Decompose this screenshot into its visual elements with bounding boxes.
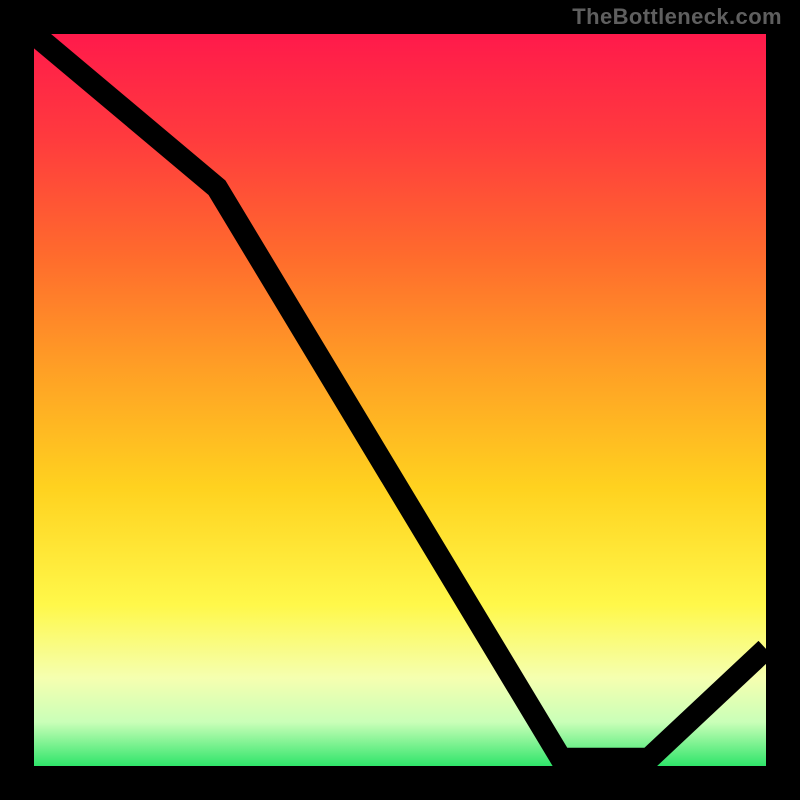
gradient-background xyxy=(34,34,766,766)
chart-container: TheBottleneck.com xyxy=(0,0,800,800)
plot-area xyxy=(30,30,770,770)
watermark-text: TheBottleneck.com xyxy=(572,4,782,30)
chart-svg xyxy=(34,34,766,766)
